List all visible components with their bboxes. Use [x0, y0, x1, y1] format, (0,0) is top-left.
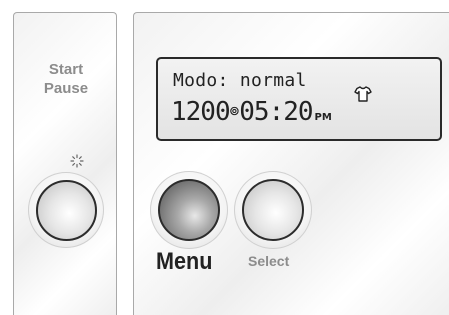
period-indicator: PM	[314, 112, 332, 123]
pause-label: Pause	[43, 80, 89, 97]
status-line: 1200⊚05:20 PM	[171, 97, 332, 127]
select-label: Select	[248, 253, 290, 269]
start-pause-button[interactable]	[36, 180, 97, 241]
start-pause-panel: Start Pause	[13, 12, 117, 315]
mode-text: Modo: normal	[173, 70, 307, 91]
led-indicator-icon	[70, 154, 84, 168]
spin-speed: 1200	[171, 97, 231, 127]
menu-button[interactable]	[158, 179, 220, 241]
spin-icon: ⊚	[229, 101, 240, 120]
menu-label: Menu	[156, 248, 213, 275]
select-button[interactable]	[242, 179, 304, 241]
clock-time: 05:20	[239, 97, 313, 127]
shirt-icon	[354, 86, 372, 102]
start-label: Start	[48, 61, 84, 78]
start-pause-label: Start Pause	[14, 60, 118, 98]
